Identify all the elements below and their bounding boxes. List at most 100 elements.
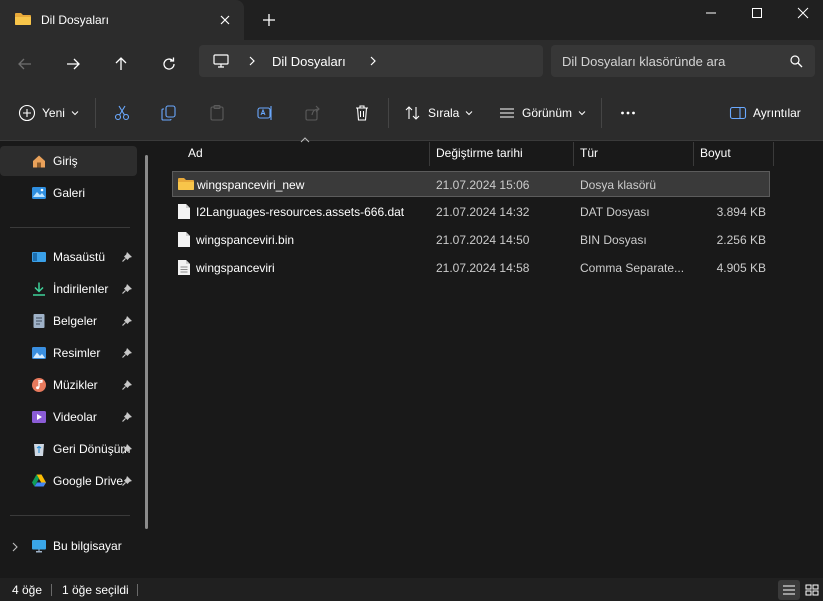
column-divider[interactable]: [573, 142, 574, 166]
sidebar-item-music[interactable]: Müzikler: [0, 370, 137, 400]
back-button[interactable]: [14, 53, 36, 75]
sidebar-item-videos[interactable]: Videolar: [0, 402, 137, 432]
chevron-right-icon[interactable]: [368, 55, 378, 67]
column-divider[interactable]: [693, 142, 694, 166]
file-type: BIN Dosyası: [580, 233, 647, 247]
close-tab-icon[interactable]: [216, 11, 234, 29]
rename-button[interactable]: [256, 102, 274, 124]
pin-icon[interactable]: [121, 315, 133, 327]
sidebar-item-google-drive[interactable]: Google Drive: [0, 466, 137, 496]
sidebar-item-label: Galeri: [53, 186, 86, 200]
column-divider[interactable]: [773, 142, 774, 166]
file-row[interactable]: wingspanceviri_new 21.07.2024 15:06 Dosy…: [172, 171, 770, 197]
chevron-down-icon: [465, 110, 473, 116]
tab-title: Dil Dosyaları: [41, 13, 110, 27]
sidebar-scrollbar[interactable]: [145, 155, 148, 529]
column-divider[interactable]: [429, 142, 430, 166]
sidebar-item-desktop[interactable]: Masaüstü: [0, 242, 137, 272]
pin-icon[interactable]: [121, 347, 133, 359]
file-date: 21.07.2024 14:50: [436, 233, 530, 247]
minimize-button[interactable]: [688, 0, 734, 26]
sidebar-item-recycle-bin[interactable]: Geri Dönüşüm: [0, 434, 137, 464]
file-icon: [177, 231, 191, 248]
file-type: DAT Dosyası: [580, 205, 650, 219]
share-icon: [304, 104, 322, 122]
forward-button[interactable]: [62, 53, 84, 75]
search-box[interactable]: Dil Dosyaları klasöründe ara: [551, 45, 815, 77]
file-type: Dosya klasörü: [580, 178, 657, 192]
more-icon: [619, 104, 637, 122]
close-window-button[interactable]: [780, 0, 823, 26]
paste-button[interactable]: [208, 102, 226, 124]
sidebar-item-label: Bu bilgisayar: [53, 539, 122, 553]
file-size: 2.256 KB: [716, 233, 766, 247]
maximize-button[interactable]: [734, 0, 780, 26]
folder-icon: [14, 11, 32, 27]
address-segment[interactable]: Dil Dosyaları: [272, 54, 346, 69]
pin-icon[interactable]: [121, 251, 133, 263]
sidebar-item-this-pc[interactable]: Bu bilgisayar: [0, 531, 137, 561]
selected-count: 1 öğe seçildi: [62, 583, 129, 597]
cut-button[interactable]: [113, 102, 131, 124]
sort-button[interactable]: Sırala: [404, 102, 473, 124]
file-row[interactable]: wingspanceviri 21.07.2024 14:58 Comma Se…: [172, 255, 770, 281]
file-row[interactable]: I2Languages-resources.assets-666.dat 21.…: [172, 199, 770, 225]
column-header-date[interactable]: Değiştirme tarihi: [436, 146, 523, 170]
downloads-icon: [31, 281, 47, 297]
address-bar[interactable]: Dil Dosyaları: [199, 45, 543, 77]
sidebar-item-label: İndirilenler: [53, 282, 109, 296]
status-divider: [137, 584, 138, 596]
file-size: 4.905 KB: [716, 261, 766, 275]
sort-ascending-icon: [300, 137, 310, 143]
sidebar-item-downloads[interactable]: İndirilenler: [0, 274, 137, 304]
more-options-button[interactable]: [619, 102, 637, 124]
search-icon[interactable]: [789, 54, 803, 68]
toolbar-divider: [388, 98, 389, 128]
documents-icon: [31, 313, 47, 329]
sidebar-item-home[interactable]: Giriş: [0, 146, 137, 176]
view-button[interactable]: Görünüm: [498, 102, 586, 124]
column-header-name[interactable]: Ad: [188, 146, 203, 170]
column-header-size[interactable]: Boyut: [700, 146, 731, 170]
details-view-button[interactable]: [778, 580, 800, 600]
refresh-button[interactable]: [158, 53, 180, 75]
new-tab-icon[interactable]: [261, 12, 277, 28]
new-button[interactable]: Yeni: [18, 102, 79, 124]
copy-button[interactable]: [160, 102, 178, 124]
title-bar: Dil Dosyaları: [0, 0, 823, 40]
this-pc-icon: [31, 538, 47, 554]
this-pc-icon[interactable]: [213, 54, 229, 68]
pin-icon[interactable]: [121, 283, 133, 295]
sidebar-item-label: Giriş: [53, 154, 78, 168]
chevron-right-icon[interactable]: [247, 55, 257, 67]
up-button[interactable]: [110, 53, 132, 75]
pin-icon[interactable]: [121, 411, 133, 423]
toolbar-divider: [601, 98, 602, 128]
rename-icon: [256, 104, 274, 122]
item-count: 4 öğe: [12, 583, 43, 597]
scissors-icon: [113, 104, 131, 122]
pin-icon[interactable]: [121, 443, 133, 455]
search-input[interactable]: Dil Dosyaları klasöründe ara: [562, 54, 725, 69]
recycle-bin-icon: [31, 441, 47, 457]
tiles-view-button[interactable]: [801, 580, 823, 600]
home-icon: [31, 153, 47, 169]
tab-dil-dosyalari[interactable]: Dil Dosyaları: [0, 0, 244, 40]
sidebar-item-documents[interactable]: Belgeler: [0, 306, 137, 336]
chevron-down-icon: [71, 110, 79, 116]
pin-icon[interactable]: [121, 475, 133, 487]
delete-button[interactable]: [353, 102, 371, 124]
file-row[interactable]: wingspanceviri.bin 21.07.2024 14:50 BIN …: [172, 227, 770, 253]
details-button[interactable]: Ayrıntılar: [729, 102, 801, 124]
trash-icon: [353, 104, 371, 122]
music-icon: [31, 377, 47, 393]
sidebar-item-pictures[interactable]: Resimler: [0, 338, 137, 368]
sidebar-item-label: Müzikler: [53, 378, 98, 392]
sidebar-item-gallery[interactable]: Galeri: [0, 178, 137, 208]
sidebar-divider: [10, 227, 130, 228]
share-button[interactable]: [304, 102, 322, 124]
column-header-type[interactable]: Tür: [580, 146, 598, 170]
pin-icon[interactable]: [121, 379, 133, 391]
gallery-icon: [31, 185, 47, 201]
new-label: Yeni: [42, 106, 65, 120]
